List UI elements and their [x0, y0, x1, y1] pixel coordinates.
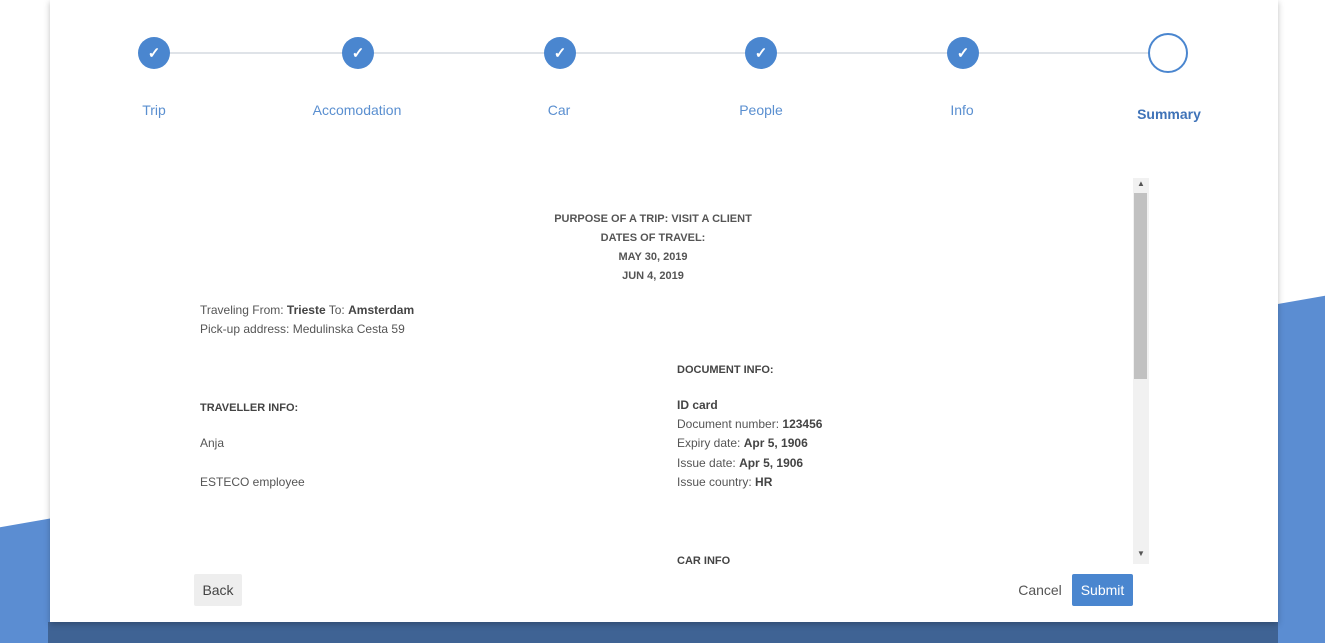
issue-date-line: Issue date: Apr 5, 1906 [677, 456, 803, 470]
scroll-down-icon[interactable]: ▼ [1133, 548, 1149, 560]
traveling-from-label: Traveling From: [200, 303, 284, 317]
dates-heading: DATES OF TRAVEL: [600, 232, 706, 244]
cancel-button[interactable]: Cancel [1013, 574, 1067, 606]
stepper-line [158, 52, 1168, 54]
issue-country-label: Issue country: [677, 475, 752, 489]
expiry-value: Apr 5, 1906 [743, 436, 808, 450]
expiry-label: Expiry date: [677, 436, 741, 450]
issue-country-line: Issue country: HR [677, 475, 772, 489]
document-number-label: Document number: [677, 417, 780, 431]
expiry-line: Expiry date: Apr 5, 1906 [677, 436, 808, 450]
background-dark-band [48, 622, 1278, 643]
traveller-name: Anja [200, 436, 225, 450]
step-people-check-icon[interactable]: ✓ [745, 37, 777, 69]
step-label-people[interactable]: People [739, 102, 783, 118]
pickup-address: Pick-up address: Medulinska Cesta 59 [200, 322, 405, 336]
summary-panel: PURPOSE OF A TRIP: VISIT A CLIENT DATES … [50, 178, 1150, 564]
step-label-summary[interactable]: Summary [1137, 106, 1201, 122]
document-type: ID card [677, 398, 718, 412]
issue-country-value: HR [755, 475, 773, 489]
traveling-to-label: To: [328, 303, 345, 317]
submit-button[interactable]: Submit [1072, 574, 1133, 606]
date-from: MAY 30, 2019 [618, 251, 688, 263]
step-label-car[interactable]: Car [548, 102, 571, 118]
back-button[interactable]: Back [194, 574, 242, 606]
step-summary-circle-icon[interactable] [1148, 33, 1188, 73]
date-to: JUN 4, 2019 [622, 270, 684, 282]
document-heading: DOCUMENT INFO: [677, 364, 774, 376]
purpose-line: PURPOSE OF A TRIP: VISIT A CLIENT [554, 213, 752, 225]
step-info-check-icon[interactable]: ✓ [947, 37, 979, 69]
traveller-role: ESTECO employee [200, 475, 305, 489]
scroll-up-icon[interactable]: ▲ [1133, 178, 1149, 190]
step-trip-check-icon[interactable]: ✓ [138, 37, 170, 69]
issue-date-label: Issue date: [677, 456, 736, 470]
scrollbar-thumb[interactable] [1134, 193, 1147, 379]
document-number-line: Document number: 123456 [677, 417, 822, 431]
traveling-to-value: Amsterdam [348, 303, 415, 317]
traveling-line: Traveling From: Trieste To: Amsterdam [200, 303, 414, 317]
step-car-check-icon[interactable]: ✓ [544, 37, 576, 69]
trip-header: PURPOSE OF A TRIP: VISIT A CLIENT DATES … [498, 210, 808, 286]
step-label-trip[interactable]: Trip [142, 102, 166, 118]
step-accomodation-check-icon[interactable]: ✓ [342, 37, 374, 69]
traveller-heading: TRAVELLER INFO: [200, 402, 299, 414]
document-number-value: 123456 [782, 417, 823, 431]
step-label-info[interactable]: Info [950, 102, 973, 118]
step-label-accomodation[interactable]: Accomodation [313, 102, 402, 118]
issue-date-value: Apr 5, 1906 [739, 456, 804, 470]
car-heading: CAR INFO [677, 555, 731, 564]
traveling-from-value: Trieste [286, 303, 326, 317]
